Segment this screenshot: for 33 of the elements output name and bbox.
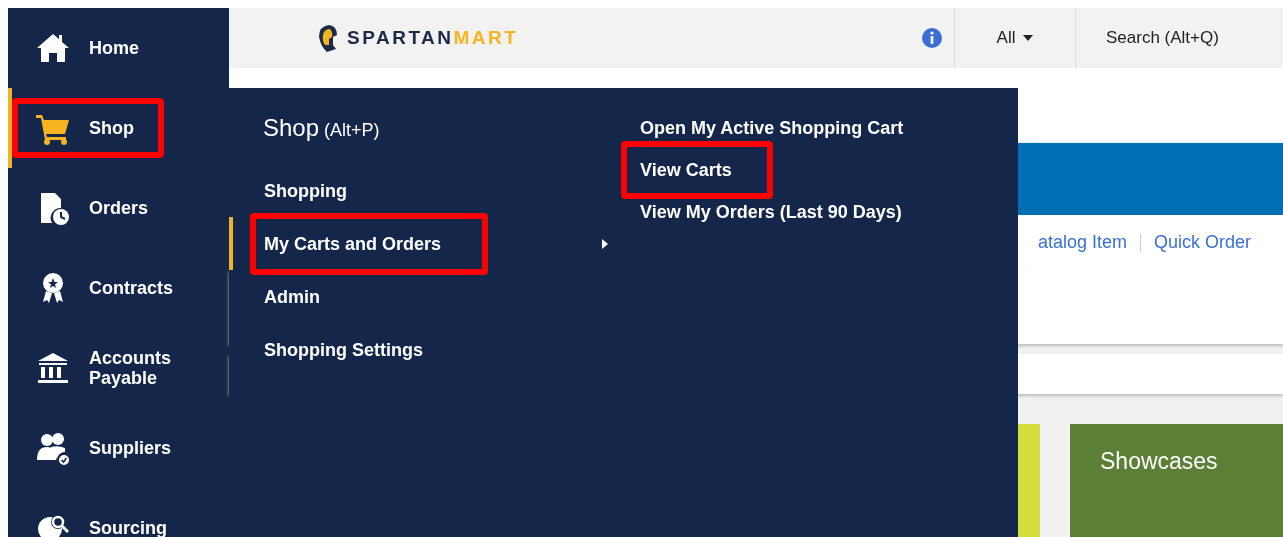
link[interactable]: atalog Item	[1037, 232, 1127, 253]
sidebar-item[interactable]: Orders	[8, 168, 229, 248]
sidebar-item[interactable]: Shop	[8, 88, 229, 168]
sidebar-label: Suppliers	[89, 438, 172, 458]
submenu-item[interactable]: Open My Active Shopping Cart	[640, 117, 904, 139]
tile[interactable]: Showcases	[1070, 424, 1283, 537]
bank-icon	[35, 350, 71, 386]
sidebar-item[interactable]: Sourcing	[8, 488, 229, 537]
info-icon[interactable]	[922, 28, 942, 48]
search-field[interactable]: Search (Alt+Q)	[1076, 8, 1283, 68]
menu-item[interactable]: Admin	[264, 285, 320, 308]
sidebar-label: Sourcing	[89, 518, 167, 537]
link[interactable]: Quick Order	[1153, 232, 1251, 253]
sidebar-item[interactable]: Contracts	[8, 248, 229, 328]
menu-title: Shop	[263, 114, 320, 142]
sidebar-label: Home	[89, 38, 139, 58]
sidebar-label: Orders	[89, 198, 149, 218]
menu-item[interactable]: Shopping	[264, 179, 347, 202]
sidebar-item[interactable]: Home	[8, 8, 229, 88]
submenu-item[interactable]: View Carts	[621, 141, 773, 199]
menu-item[interactable]: Shopping Settings	[264, 338, 423, 361]
sidebar-item[interactable]: Suppliers	[8, 408, 229, 488]
submenu-item[interactable]: View My Orders (Last 90 Days)	[640, 201, 902, 223]
sidebar-label: Accounts Payable	[89, 348, 172, 388]
sidebar-label: Contracts	[89, 278, 173, 298]
sidebar-label: Shop	[89, 118, 134, 138]
sidebar-item[interactable]: Accounts Payable	[8, 328, 229, 408]
people-check-icon	[35, 430, 71, 466]
caret-icon	[1023, 35, 1034, 41]
menu-item[interactable]: My Carts and Orders	[250, 212, 489, 275]
logo-wordmark: SPARTAN MART	[347, 27, 519, 49]
shortcut-hint: (Alt+P)	[324, 120, 380, 141]
tile-title: Showcases	[1100, 448, 1218, 474]
